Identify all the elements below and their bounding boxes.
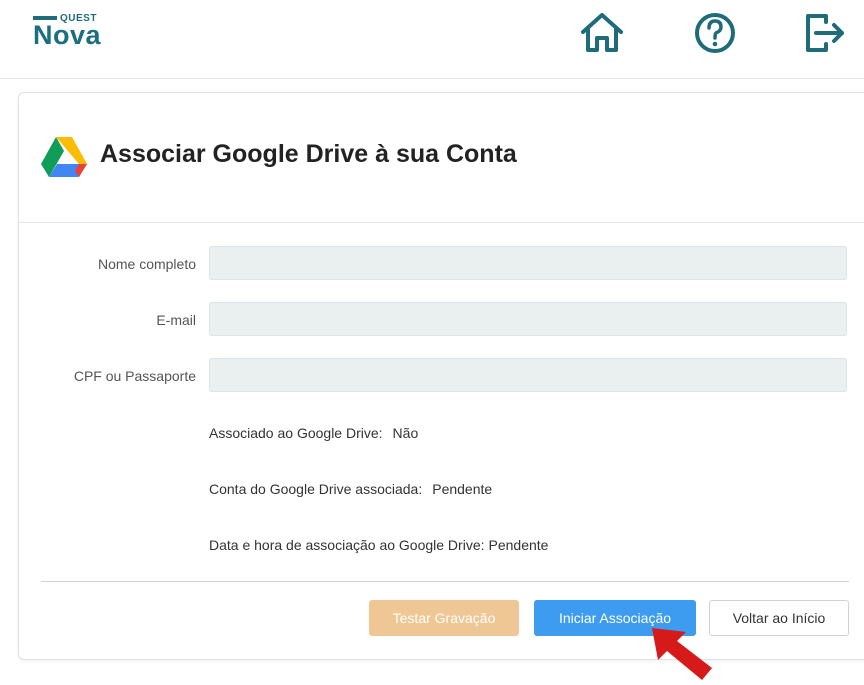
- google-drive-icon: [40, 135, 88, 179]
- associated-status-label: Associado ao Google Drive:: [209, 425, 383, 441]
- exit-icon[interactable]: [800, 10, 850, 56]
- help-icon[interactable]: [690, 10, 740, 56]
- association-card: Associar Google Drive à sua Conta Nome c…: [18, 92, 864, 660]
- email-row: E-mail: [19, 302, 864, 338]
- document-label: CPF ou Passaporte: [73, 368, 196, 384]
- page-title: Associar Google Drive à sua Conta: [100, 140, 517, 168]
- full-name-row: Nome completo: [19, 246, 864, 282]
- full-name-label: Nome completo: [97, 256, 196, 272]
- account-status: Conta do Google Drive associada: Pendente: [209, 481, 492, 497]
- account-status-label: Conta do Google Drive associada:: [209, 481, 423, 497]
- associated-status-value: Não: [392, 425, 419, 441]
- quest-nova-logo[interactable]: QUEST Nova: [33, 13, 123, 54]
- full-name-input[interactable]: [209, 246, 847, 280]
- card-header: Associar Google Drive à sua Conta: [19, 93, 864, 223]
- test-recording-button[interactable]: Testar Gravação: [369, 600, 519, 636]
- associated-status: Associado ao Google Drive: Não: [209, 425, 418, 441]
- logo-text-large: Nova: [33, 20, 102, 50]
- datetime-status: Data e hora de associação ao Google Driv…: [209, 537, 548, 553]
- email-input[interactable]: [209, 302, 847, 336]
- datetime-status-label: Data e hora de associação ao Google Driv…: [209, 537, 485, 553]
- footer-divider: [41, 581, 849, 582]
- pointer-arrow-icon: [640, 626, 720, 680]
- back-to-home-button[interactable]: Voltar ao Início: [709, 600, 849, 636]
- home-icon[interactable]: [577, 10, 627, 56]
- top-bar: QUEST Nova: [0, 0, 864, 79]
- email-label: E-mail: [156, 312, 196, 328]
- datetime-status-value: Pendente: [488, 537, 549, 553]
- account-status-value: Pendente: [432, 481, 493, 497]
- document-row: CPF ou Passaporte: [19, 358, 864, 394]
- document-input[interactable]: [209, 358, 847, 392]
